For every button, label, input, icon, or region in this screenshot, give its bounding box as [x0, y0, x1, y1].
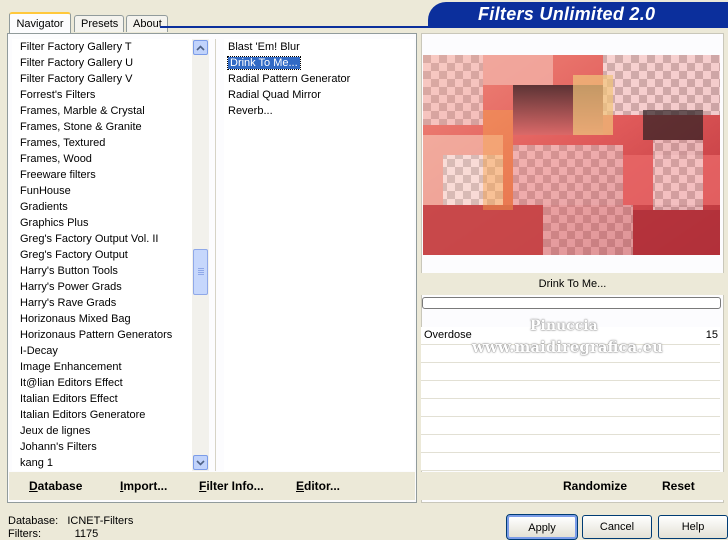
category-item[interactable]: kang 1: [12, 455, 192, 471]
selected-filter-title: Drink To Me...: [421, 273, 724, 295]
category-item[interactable]: Frames, Textured: [12, 135, 192, 151]
import-button[interactable]: Import...: [120, 479, 167, 493]
category-item[interactable]: It@lian Editors Effect: [12, 375, 192, 391]
status-database: Database: ICNET-Filters: [8, 515, 134, 527]
apply-button[interactable]: Apply: [506, 514, 578, 540]
filter-item-selected[interactable]: Drink To Me...: [224, 55, 414, 71]
category-item[interactable]: Harry's Rave Grads: [12, 295, 192, 311]
randomize-button[interactable]: Randomize: [563, 479, 627, 493]
category-item[interactable]: Freeware filters: [12, 167, 192, 183]
category-item[interactable]: Graphics Plus: [12, 215, 192, 231]
category-item[interactable]: Gradients: [12, 199, 192, 215]
preview-image[interactable]: [423, 55, 720, 255]
filter-item-label: Reverb...: [228, 105, 273, 117]
category-item[interactable]: Johann's Filters: [12, 439, 192, 455]
filter-info-button[interactable]: Filter Info...: [199, 479, 264, 493]
category-item[interactable]: FunHouse: [12, 183, 192, 199]
tab-navigator[interactable]: Navigator: [9, 12, 71, 33]
scroll-down-button[interactable]: [193, 455, 208, 470]
param-value: 15: [705, 329, 718, 341]
param-row-empty: [421, 381, 720, 399]
reset-button[interactable]: Reset: [662, 479, 695, 493]
category-item[interactable]: Horizonaus Pattern Generators: [12, 327, 192, 343]
filter-item[interactable]: Radial Pattern Generator: [224, 71, 414, 87]
filter-item-label: Radial Quad Mirror: [228, 89, 321, 101]
param-row-empty: [421, 417, 720, 435]
category-item[interactable]: Image Enhancement: [12, 359, 192, 375]
preview-thumbnail: [423, 55, 720, 255]
param-row-empty: [421, 435, 720, 453]
watermark-url: www.maidiregrafica.eu: [472, 338, 663, 356]
editor-button[interactable]: Editor...: [296, 479, 340, 493]
filter-item-label: Radial Pattern Generator: [228, 73, 351, 85]
category-item[interactable]: Italian Editors Generatore: [12, 407, 192, 423]
param-row-empty: [421, 363, 720, 381]
help-button[interactable]: Help: [658, 515, 728, 539]
category-item[interactable]: Filter Factory Gallery T: [12, 39, 192, 55]
category-item[interactable]: Harry's Button Tools: [12, 263, 192, 279]
status-filters: Filters: 1175: [8, 528, 99, 540]
scroll-thumb[interactable]: [193, 249, 208, 295]
category-scrollbar[interactable]: [192, 39, 209, 471]
watermark-name: Pinuccia: [530, 318, 598, 334]
chevron-down-icon: [196, 459, 205, 466]
category-item[interactable]: I-Decay: [12, 343, 192, 359]
list-divider: [215, 39, 216, 471]
category-item[interactable]: Jeux de lignes: [12, 423, 192, 439]
filter-item-label: Drink To Me...: [227, 56, 301, 70]
category-item[interactable]: Frames, Marble & Crystal: [12, 103, 192, 119]
filter-item-label: Blast 'Em! Blur: [228, 41, 300, 53]
cancel-button[interactable]: Cancel: [582, 515, 652, 539]
category-item[interactable]: Filter Factory Gallery V: [12, 71, 192, 87]
tab-presets[interactable]: Presets: [74, 15, 124, 32]
category-item[interactable]: Greg's Factory Output Vol. II: [12, 231, 192, 247]
param-row-empty: [421, 453, 720, 471]
filter-item[interactable]: Reverb...: [224, 103, 414, 119]
category-item[interactable]: Italian Editors Effect: [12, 391, 192, 407]
category-item[interactable]: Horizonaus Mixed Bag: [12, 311, 192, 327]
progress-bar: [422, 297, 721, 309]
database-button[interactable]: Database: [29, 479, 82, 493]
tab-about[interactable]: About: [126, 15, 168, 32]
param-row-empty: [421, 399, 720, 417]
header-rule: [160, 26, 728, 28]
scroll-up-button[interactable]: [193, 40, 208, 55]
category-item[interactable]: Forrest's Filters: [12, 87, 192, 103]
category-item[interactable]: Filter Factory Gallery U: [12, 55, 192, 71]
param-label: Overdose: [424, 329, 472, 341]
category-list[interactable]: Filter Factory Gallery T Filter Factory G…: [12, 39, 192, 471]
category-item[interactable]: Frames, Stone & Granite: [12, 119, 192, 135]
filter-list[interactable]: Blast 'Em! Blur Drink To Me... Radial Patt…: [224, 39, 414, 471]
category-item[interactable]: Greg's Factory Output: [12, 247, 192, 263]
chevron-up-icon: [196, 44, 205, 51]
filter-item[interactable]: Blast 'Em! Blur: [224, 39, 414, 55]
category-item[interactable]: Harry's Power Grads: [12, 279, 192, 295]
filter-item[interactable]: Radial Quad Mirror: [224, 87, 414, 103]
app-title: Filters Unlimited 2.0: [478, 4, 656, 24]
category-item[interactable]: Frames, Wood: [12, 151, 192, 167]
